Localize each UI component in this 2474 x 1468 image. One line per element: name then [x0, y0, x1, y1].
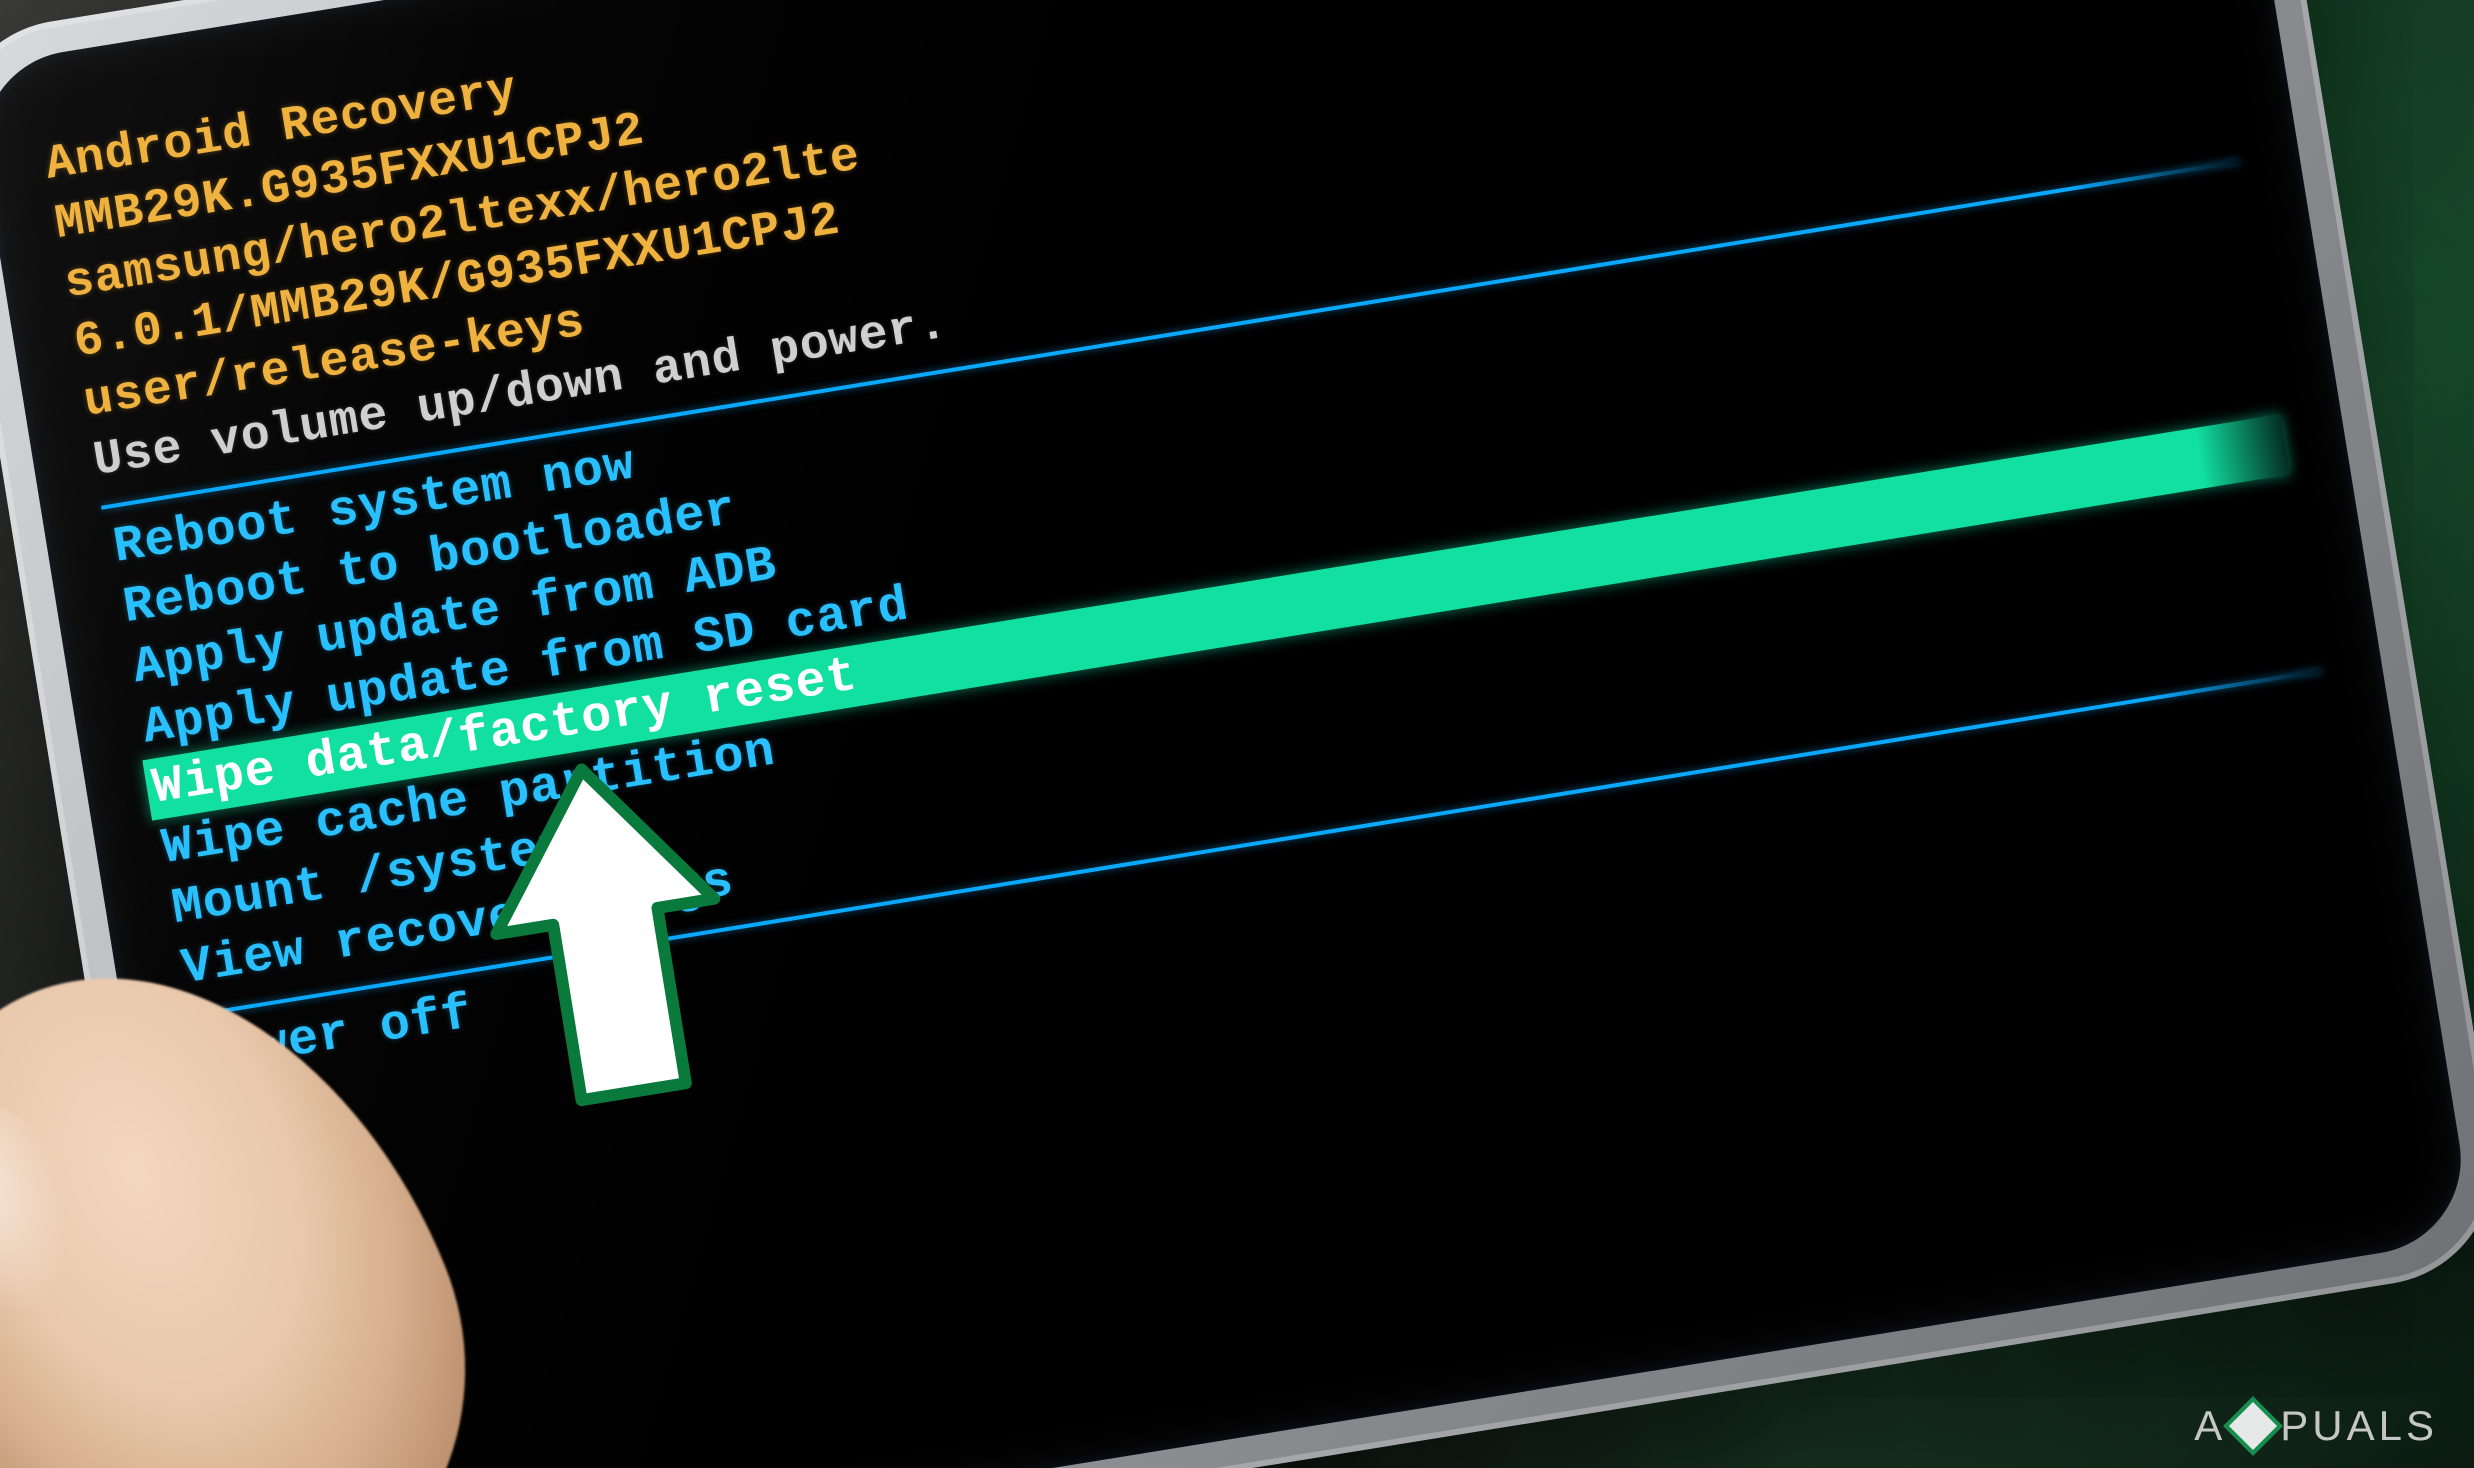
- recovery-content: Android Recovery MMB29K.G935FXXU1CPJ2 sa…: [41, 0, 2333, 1089]
- photo-scene: Android Recovery MMB29K.G935FXXU1CPJ2 sa…: [0, 0, 2474, 1468]
- watermark: A PUALS: [2194, 1402, 2438, 1450]
- watermark-text-b: PUALS: [2280, 1402, 2438, 1450]
- watermark-text-a: A: [2194, 1402, 2226, 1450]
- watermark-logo-icon: [2224, 1396, 2283, 1455]
